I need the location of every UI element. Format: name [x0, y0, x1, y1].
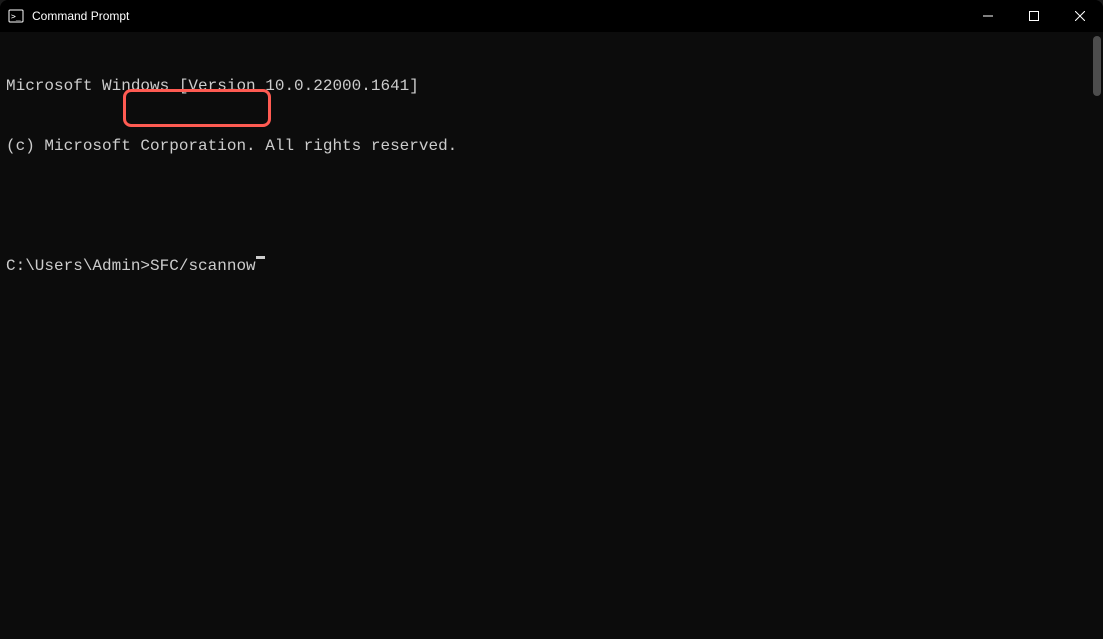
command-prompt-window: >_ Command Prompt Micro [0, 0, 1103, 639]
blank-line [6, 196, 1097, 216]
window-controls [965, 0, 1103, 32]
vertical-scrollbar[interactable] [1093, 36, 1101, 96]
svg-text:>_: >_ [11, 12, 21, 21]
version-line: Microsoft Windows [Version 10.0.22000.16… [6, 76, 1097, 96]
text-cursor [256, 256, 265, 259]
typed-command: SFC/scannow [150, 256, 256, 276]
window-title: Command Prompt [32, 9, 965, 23]
prompt-path: C:\Users\Admin> [6, 256, 150, 276]
terminal-output[interactable]: Microsoft Windows [Version 10.0.22000.16… [0, 32, 1103, 639]
close-button[interactable] [1057, 0, 1103, 32]
prompt-line: C:\Users\Admin>SFC/scannow [6, 256, 1097, 276]
titlebar[interactable]: >_ Command Prompt [0, 0, 1103, 32]
copyright-line: (c) Microsoft Corporation. All rights re… [6, 136, 1097, 156]
app-icon: >_ [8, 8, 24, 24]
maximize-button[interactable] [1011, 0, 1057, 32]
minimize-button[interactable] [965, 0, 1011, 32]
